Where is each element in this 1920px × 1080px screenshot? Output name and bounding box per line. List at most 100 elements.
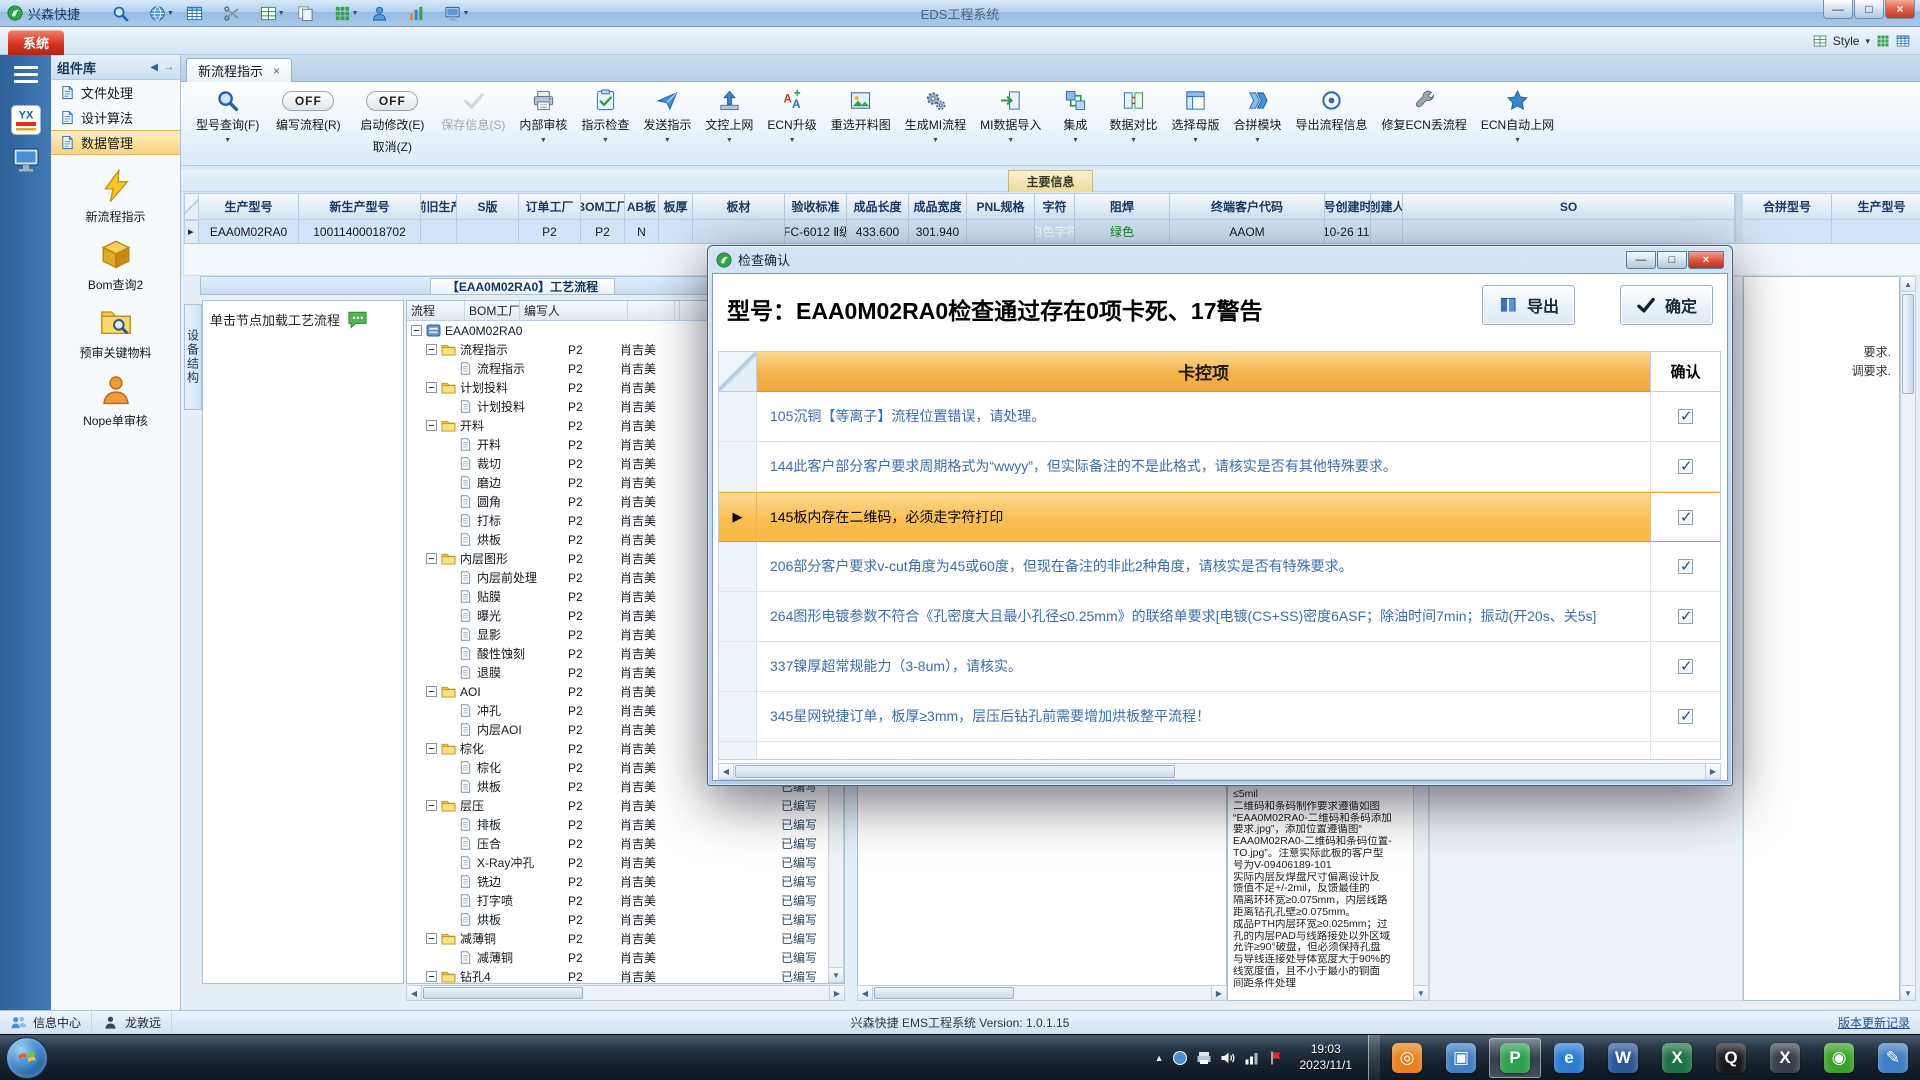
volume-icon[interactable] — [1220, 1050, 1236, 1066]
process-tree-row[interactable]: 减薄铜 P2 肖吉美 已编写 — [407, 929, 828, 948]
tree-expander-icon[interactable] — [426, 553, 437, 564]
dropdown-caret-icon[interactable]: ▼ — [664, 137, 671, 146]
tree-expander-icon[interactable] — [426, 743, 437, 754]
scissors-icon[interactable]: ▼ — [223, 5, 248, 22]
excel[interactable]: X — [1651, 1038, 1703, 1078]
toggle-off-button[interactable]: OFF — [282, 91, 334, 111]
printer-tray-icon[interactable] — [1196, 1050, 1212, 1066]
confirm-checkbox[interactable] — [1678, 409, 1693, 424]
sidebar-nav-item[interactable]: 数据管理 — [51, 130, 180, 155]
grid-column-header[interactable]: AB板 — [625, 193, 659, 220]
confirm-checkbox[interactable] — [1678, 659, 1693, 674]
dropdown-caret-icon[interactable]: ▼ — [726, 137, 733, 146]
qq[interactable]: Q — [1705, 1038, 1757, 1078]
ribbon-button[interactable]: MI数据导入 ▼ — [973, 89, 1048, 146]
dropdown-caret-icon[interactable]: ▼ — [602, 137, 609, 146]
tray-expand-icon[interactable]: ▲ — [1155, 1053, 1164, 1063]
ribbon-button[interactable]: ECN自动上网 ▼ — [1474, 89, 1561, 146]
sidebar-tool-item[interactable]: Bom查询2 — [51, 237, 180, 293]
grid-column-header[interactable]: S版 — [457, 193, 519, 220]
tab-close-icon[interactable]: × — [273, 64, 280, 78]
system-tab[interactable]: 系统 — [8, 30, 64, 55]
action-center-flag-icon[interactable] — [1268, 1050, 1284, 1066]
scroll-down-icon[interactable]: ▼ — [829, 967, 843, 982]
grid-column-header[interactable]: 终端客户代码 — [1170, 193, 1325, 220]
monitor-icon[interactable]: ▼ — [444, 5, 469, 22]
process-tree-row[interactable]: X-Ray冲孔 P2 肖吉美 已编写 — [407, 853, 828, 872]
sidebar-tool-item[interactable]: 预审关键物料 — [51, 305, 180, 361]
show-desktop-button[interactable] — [1368, 1035, 1380, 1080]
sidebar-tool-item[interactable]: 新流程指示 — [51, 169, 180, 225]
confirm-button[interactable]: 确定 — [1620, 285, 1713, 325]
dialog-titlebar[interactable]: 检查确认 — □ × — [708, 246, 1732, 273]
scroll-left-icon[interactable]: ◀ — [858, 986, 873, 1000]
sidebar-nav-item[interactable]: 设计算法 — [51, 105, 180, 130]
dropdown-caret-icon[interactable]: ▼ — [1007, 137, 1014, 146]
tree-column-header[interactable]: 流程 — [407, 301, 465, 320]
tree-expander-icon[interactable] — [426, 420, 437, 431]
ribbon-button[interactable]: 集成 ▼ — [1048, 89, 1102, 146]
process-tree-row[interactable]: 压合 P2 肖吉美 已编写 — [407, 834, 828, 853]
confirm-checkbox[interactable] — [1678, 609, 1693, 624]
start-button[interactable] — [6, 1037, 48, 1079]
process-tree-row[interactable]: 排板 P2 肖吉美 已编写 — [407, 815, 828, 834]
scroll-thumb[interactable] — [874, 987, 1014, 999]
ribbon-button[interactable]: 发送指示 ▼ — [636, 89, 698, 146]
process-tree-row[interactable]: 减薄铜 P2 肖吉美 已编写 — [407, 948, 828, 967]
dropdown-caret-icon[interactable]: ▼ — [1072, 137, 1079, 146]
current-user-item[interactable]: 龙敦远 — [92, 1011, 172, 1034]
scroll-up-icon[interactable]: ▲ — [1901, 277, 1915, 292]
grid-toggle-icon[interactable] — [1896, 34, 1910, 48]
tree-expander-icon[interactable] — [411, 325, 422, 336]
scroll-thumb[interactable] — [423, 987, 583, 999]
tree-column-header[interactable]: 编写人 — [520, 301, 628, 320]
sidebar-nav-item[interactable]: 文件处理 — [51, 80, 180, 105]
style-menu[interactable]: Style — [1833, 34, 1860, 48]
dropdown-caret-icon[interactable]: ▼ — [789, 137, 796, 146]
ribbon-button[interactable]: 保存信息(S) ▼ — [434, 89, 512, 146]
grid-column-header[interactable]: 创建人 — [1371, 193, 1403, 220]
globe-icon[interactable]: ▼ — [149, 5, 174, 22]
grid-column-header[interactable]: 生产型号 — [199, 193, 299, 220]
process-tree-row[interactable]: 烘板 P2 肖吉美 已编写 — [407, 910, 828, 929]
scroll-thumb[interactable] — [735, 765, 1175, 778]
ribbon-button[interactable]: 重选开料图 ▼ — [824, 89, 898, 146]
tree-column-header[interactable]: BOM工厂 — [465, 301, 520, 320]
user-icon[interactable]: ▼ — [371, 5, 396, 22]
process-tree-row[interactable]: 打字喷 P2 肖吉美 已编写 — [407, 891, 828, 910]
grid-column-header[interactable]: 板厚 — [659, 193, 693, 220]
dialog-horizontal-scrollbar[interactable]: ◀ ▶ — [718, 763, 1721, 780]
taskbar-clock[interactable]: 19:03 2023/11/1 — [1300, 1042, 1353, 1073]
grid-data-row[interactable] — [1743, 220, 1920, 244]
tree-expander-icon[interactable] — [426, 382, 437, 393]
search-icon[interactable]: ▼ — [112, 5, 137, 22]
ribbon-button[interactable]: 导出流程信息 ▼ — [1288, 89, 1374, 146]
grid-column-header[interactable]: 订单工厂 — [519, 193, 581, 220]
dock-icon[interactable]: → — [164, 62, 174, 73]
scroll-left-icon[interactable]: ◀ — [719, 764, 734, 779]
process-tree-row[interactable]: 铣边 P2 肖吉美 已编写 — [407, 872, 828, 891]
chart-icon[interactable]: ▼ — [408, 5, 433, 22]
cells-icon[interactable]: ▼ — [260, 5, 285, 22]
collapse-icon[interactable]: ◀ — [150, 62, 158, 73]
grid-column-header[interactable]: 成品宽度 — [909, 193, 967, 220]
confirm-checkbox[interactable] — [1678, 709, 1693, 724]
tree-column-header[interactable] — [628, 301, 675, 320]
tree-horizontal-scrollbar[interactable]: ◀ ▶ — [406, 985, 845, 1001]
ribbon-button[interactable]: 指示检查 ▼ — [574, 89, 636, 146]
grid-column-header[interactable]: 型号创建时间 — [1325, 193, 1371, 220]
ribbon-button[interactable]: 修复ECN丢流程 ▼ — [1375, 89, 1474, 146]
grid-column-header[interactable]: 板材 — [693, 193, 785, 220]
grid-column-header[interactable]: 升级前旧生产型号 — [421, 193, 457, 220]
tree-expander-icon[interactable] — [426, 686, 437, 697]
version-history-link[interactable]: 版本更新记录 — [1828, 1014, 1920, 1031]
notepad[interactable]: ✎ — [1867, 1038, 1919, 1078]
hamburger-menu-icon[interactable] — [0, 55, 51, 93]
dropdown-caret-icon[interactable]: ▼ — [540, 137, 547, 146]
confirm-checkbox[interactable] — [1678, 459, 1693, 474]
check-item-row[interactable]: ▶ 264图形电镀参数不符合《孔密度大且最小孔径≤0.25mm》的联络单要求[电… — [719, 592, 1720, 642]
tab-new-process-instruction[interactable]: 新流程指示 × — [186, 58, 292, 82]
ribbon-button[interactable]: 合拼模块 ▼ — [1226, 89, 1288, 146]
tree-panel-title[interactable]: 【EAA0M02RA0】工艺流程 — [430, 278, 615, 294]
process-tree-row[interactable]: 钻孔4 P2 肖吉美 已编写 — [407, 967, 828, 983]
